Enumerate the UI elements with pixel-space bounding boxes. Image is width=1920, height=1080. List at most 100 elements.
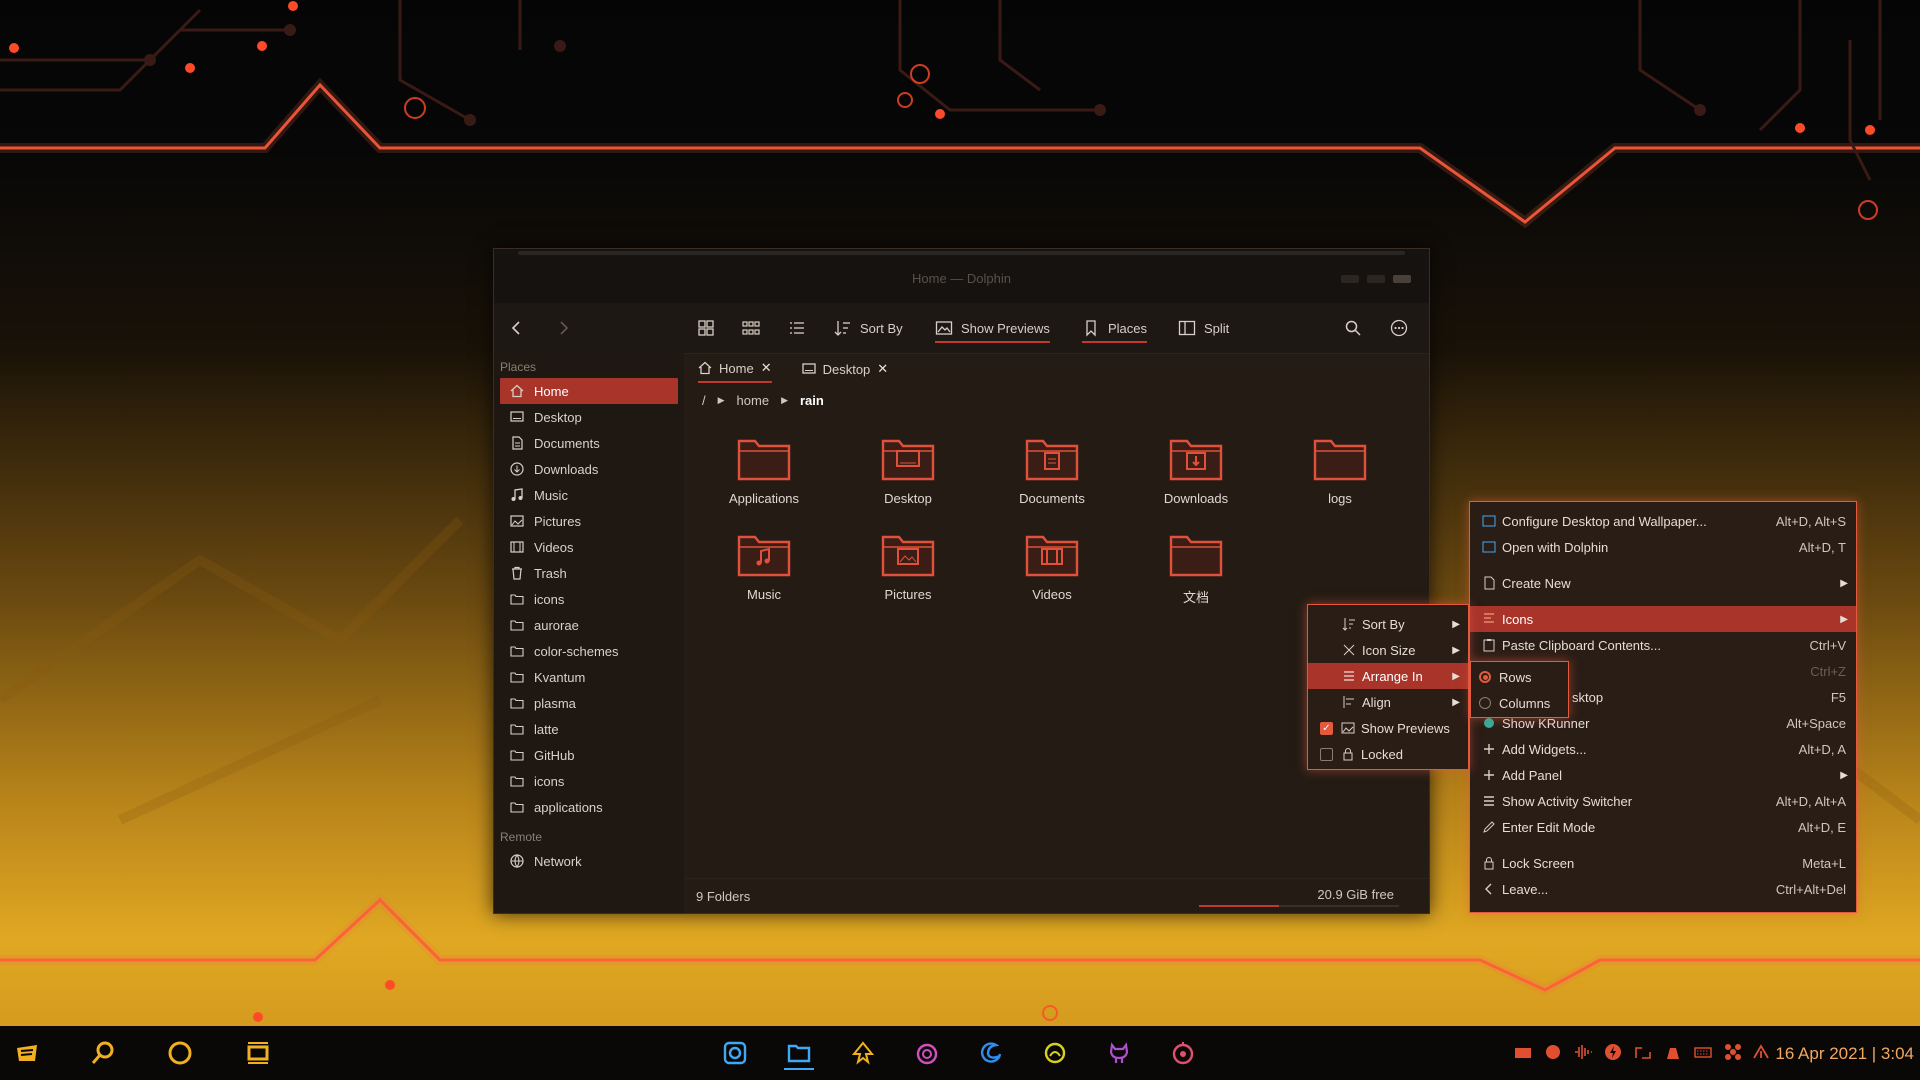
create-new-item[interactable]: Create New ▶	[1470, 570, 1856, 596]
show-previews-item[interactable]: ✓ Show Previews	[1308, 715, 1468, 741]
sidebar-item-icons[interactable]: icons	[500, 586, 678, 612]
music-app-button[interactable]	[1168, 1038, 1198, 1068]
screenshot-app-button[interactable]	[720, 1038, 750, 1068]
file-item[interactable]: 文档	[1136, 529, 1256, 606]
title-bar[interactable]: Home — Dolphin	[494, 249, 1429, 303]
icons-item[interactable]: Icons ▶	[1470, 606, 1856, 632]
sidebar-item-latte[interactable]: latte	[500, 716, 678, 742]
close-tab-icon[interactable]: ✕	[877, 361, 888, 377]
dolphin-app-button[interactable]	[784, 1038, 814, 1070]
sidebar-item-home[interactable]: Home	[500, 378, 678, 404]
paste-item[interactable]: Paste Clipboard Contents... Ctrl+V	[1470, 632, 1856, 658]
breadcrumb-current[interactable]: rain	[800, 393, 824, 408]
file-item[interactable]: Downloads	[1136, 433, 1256, 506]
sort-by-label: Sort By	[860, 320, 903, 336]
file-item[interactable]: logs	[1280, 433, 1400, 506]
lock-screen-item[interactable]: Lock Screen Meta+L	[1470, 850, 1856, 876]
github-app-button[interactable]	[1104, 1038, 1134, 1068]
leave-item[interactable]: Leave... Ctrl+Alt+Del	[1470, 876, 1856, 902]
checkbox-icon[interactable]	[1320, 747, 1333, 761]
circle-app-button[interactable]	[165, 1038, 195, 1068]
rows-item[interactable]: Rows	[1471, 664, 1568, 690]
radio-icon[interactable]	[1479, 697, 1491, 709]
maximize-button[interactable]	[1367, 275, 1385, 283]
sidebar-item-plasma[interactable]: plasma	[500, 690, 678, 716]
places-button[interactable]: Places	[1082, 315, 1148, 343]
chat-app-button[interactable]	[1040, 1038, 1070, 1068]
minimize-button[interactable]	[1341, 275, 1359, 283]
sidebar-item-trash[interactable]: Trash	[500, 560, 678, 586]
back-button[interactable]	[508, 315, 526, 341]
network-icon[interactable]	[1633, 1042, 1653, 1062]
tab-home[interactable]: Home ✕	[698, 355, 772, 383]
sidebar-item-pictures[interactable]: Pictures	[500, 508, 678, 534]
close-tab-icon[interactable]: ✕	[761, 360, 772, 376]
sidebar-item-icons[interactable]: icons	[500, 768, 678, 794]
show-previews-button[interactable]: Show Previews	[935, 315, 1050, 343]
sidebar-item-downloads[interactable]: Downloads	[500, 456, 678, 482]
settings-icon[interactable]	[1723, 1042, 1743, 1062]
icon-size-item[interactable]: Icon Size ▶	[1308, 637, 1468, 663]
configure-desktop-item[interactable]: Configure Desktop and Wallpaper... Alt+D,…	[1470, 508, 1856, 534]
locked-item[interactable]: Locked	[1308, 741, 1468, 767]
home-icon	[698, 361, 712, 375]
more-button[interactable]	[1390, 315, 1408, 341]
search-app-button[interactable]	[88, 1038, 118, 1068]
edit-mode-item[interactable]: Enter Edit Mode Alt+D, E	[1470, 814, 1856, 840]
app-launcher-button[interactable]	[12, 1038, 42, 1068]
volume-icon[interactable]	[1663, 1042, 1683, 1062]
details-view-button[interactable]	[788, 315, 806, 341]
chevron-right-icon[interactable]: ▶	[781, 395, 788, 406]
search-button[interactable]	[1344, 315, 1362, 341]
firefox-app-button[interactable]	[912, 1038, 942, 1068]
arrow-up-icon[interactable]	[1751, 1042, 1771, 1062]
arrange-in-item[interactable]: Arrange In ▶	[1308, 663, 1468, 689]
open-with-dolphin-item[interactable]: Open with Dolphin Alt+D, T	[1470, 534, 1856, 560]
clock[interactable]: 16 Apr 2021 | 3:04	[1775, 1044, 1914, 1064]
chevron-right-icon[interactable]: ▶	[718, 395, 725, 406]
activity-switcher-item[interactable]: Show Activity Switcher Alt+D, Alt+A	[1470, 788, 1856, 814]
sort-by-button[interactable]: Sort By	[834, 315, 903, 341]
columns-item[interactable]: Columns	[1471, 690, 1568, 716]
menu-label: Paste Clipboard Contents...	[1502, 637, 1661, 653]
sidebar-item-videos[interactable]: Videos	[500, 534, 678, 560]
dolphin-icon	[787, 1044, 811, 1063]
radio-selected-icon[interactable]	[1479, 671, 1491, 683]
edge-app-button[interactable]	[976, 1038, 1006, 1068]
close-button[interactable]	[1393, 275, 1411, 283]
keyboard-icon[interactable]	[1693, 1042, 1713, 1062]
sidebar-item-documents[interactable]: Documents	[500, 430, 678, 456]
add-panel-item[interactable]: Add Panel ▶	[1470, 762, 1856, 788]
tray-icon-1[interactable]	[1513, 1042, 1533, 1062]
add-widgets-item[interactable]: Add Widgets... Alt+D, A	[1470, 736, 1856, 762]
sidebar-item-desktop[interactable]: Desktop	[500, 404, 678, 430]
breadcrumb-root[interactable]: /	[702, 393, 706, 408]
power-icon[interactable]	[1603, 1042, 1623, 1062]
align-item[interactable]: Align ▶	[1308, 689, 1468, 715]
window-switcher-button[interactable]	[243, 1038, 273, 1068]
breadcrumb-home[interactable]: home	[737, 393, 770, 408]
file-item[interactable]: Applications	[704, 433, 824, 506]
tray-icon-2[interactable]	[1543, 1042, 1563, 1062]
sidebar-item-kvantum[interactable]: Kvantum	[500, 664, 678, 690]
sidebar-item-network[interactable]: Network	[500, 848, 678, 874]
audio-wave-icon[interactable]	[1573, 1042, 1593, 1062]
file-item[interactable]: Videos	[992, 529, 1112, 602]
checkbox-checked-icon[interactable]: ✓	[1320, 721, 1333, 735]
file-item[interactable]: Pictures	[848, 529, 968, 602]
sidebar-item-music[interactable]: Music	[500, 482, 678, 508]
compact-view-button[interactable]	[742, 315, 760, 341]
tab-desktop[interactable]: Desktop ✕	[801, 356, 888, 382]
sidebar-item-aurorae[interactable]: aurorae	[500, 612, 678, 638]
inkscape-app-button[interactable]	[848, 1038, 878, 1068]
sidebar-item-applications[interactable]: applications	[500, 794, 678, 820]
sort-by-item[interactable]: Sort By ▶	[1308, 611, 1468, 637]
icons-view-button[interactable]	[697, 315, 715, 341]
sidebar-item-color-schemes[interactable]: color-schemes	[500, 638, 678, 664]
sidebar-item-github[interactable]: GitHub	[500, 742, 678, 768]
forward-button[interactable]	[554, 315, 572, 341]
file-item[interactable]: Documents	[992, 433, 1112, 506]
split-button[interactable]: Split	[1178, 315, 1229, 341]
file-item[interactable]: Desktop	[848, 433, 968, 506]
file-item[interactable]: Music	[704, 529, 824, 602]
